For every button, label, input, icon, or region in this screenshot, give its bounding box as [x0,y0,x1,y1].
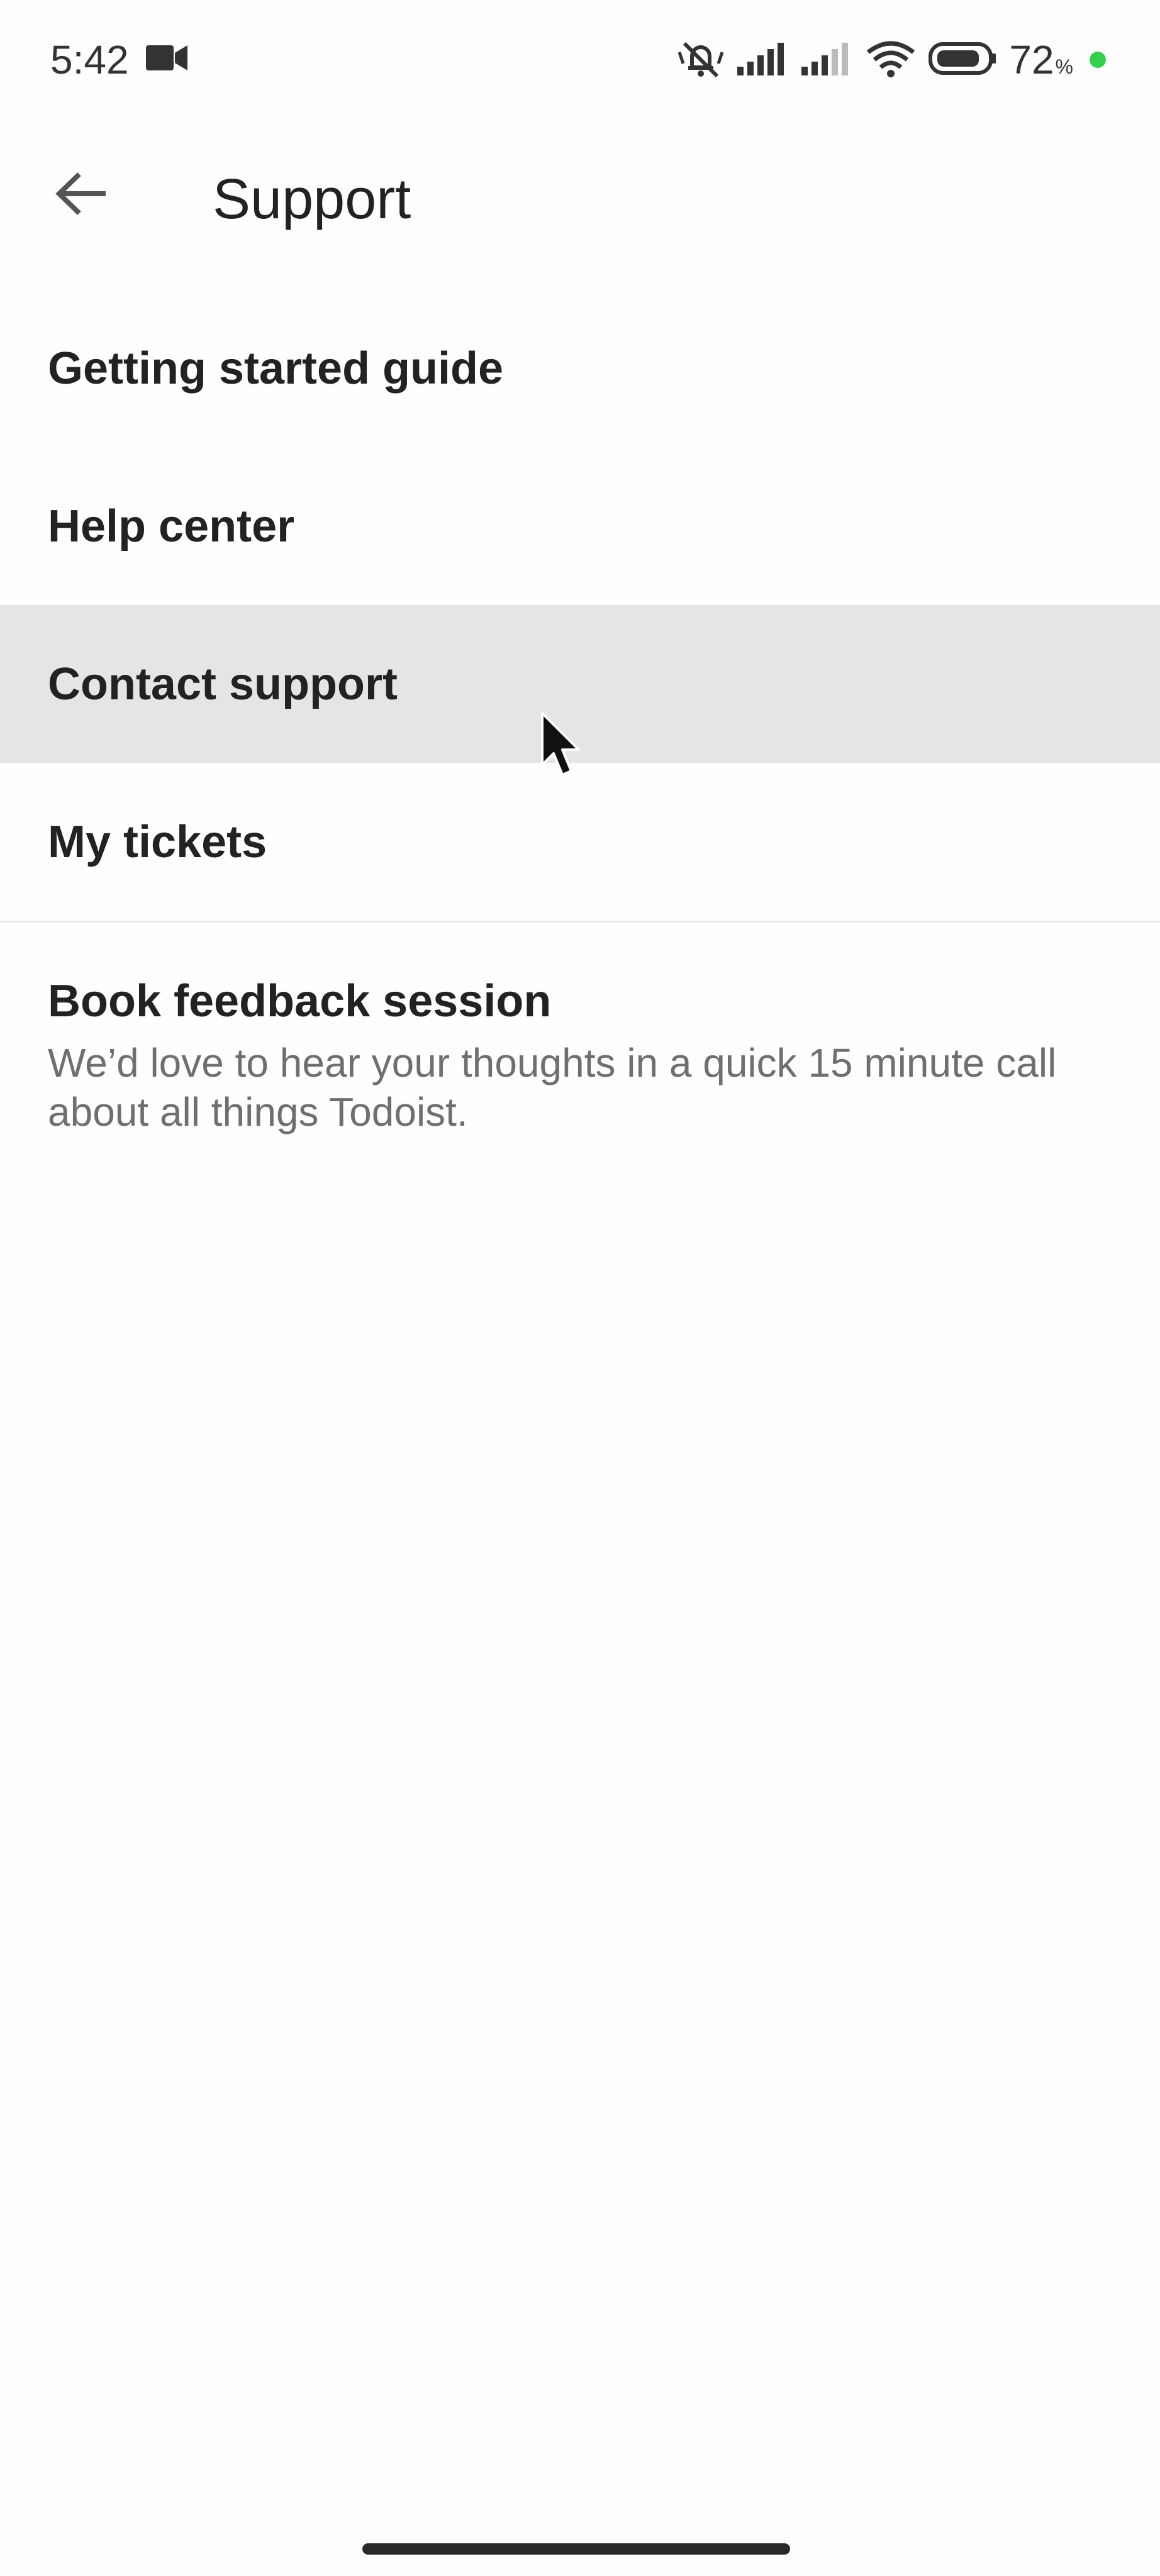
arrow-left-icon [55,172,108,219]
menu-item-help-center[interactable]: Help center [0,447,1160,605]
menu-item-label: My tickets [48,816,267,867]
battery-value: 72 [1009,37,1054,82]
menu-item-subtitle: We’d love to hear your thoughts in a qui… [48,1040,1057,1135]
menu-item-label: Help center [48,501,295,552]
battery-level: 72% [1009,36,1073,83]
wifi-icon [866,40,916,80]
back-button[interactable] [44,157,120,233]
mouse-cursor-icon [540,711,584,783]
battery-icon [929,42,996,78]
menu-item-label: Book feedback session [48,976,552,1026]
status-icons: 72% [677,36,1106,83]
video-camera-icon [146,44,187,75]
status-bar: 5:42 72% [0,0,1160,126]
green-dot [1090,52,1106,68]
menu-item-book-feedback-session[interactable]: Book feedback session We’d love to hear … [0,923,1160,1136]
silent-bell-icon [677,38,725,82]
battery-unit: % [1055,55,1073,78]
menu-item-getting-started[interactable]: Getting started guide [0,289,1160,447]
menu-item-label: Contact support [48,658,398,709]
app-bar: Support [0,138,1160,252]
menu-item-label: Getting started guide [48,343,504,394]
page-title: Support [213,168,411,231]
home-indicator[interactable] [362,2543,790,2555]
signal-icon [737,42,789,79]
signal-icon [801,42,853,79]
menu-item-my-tickets[interactable]: My tickets [0,763,1160,921]
status-time: 5:42 [50,37,129,82]
